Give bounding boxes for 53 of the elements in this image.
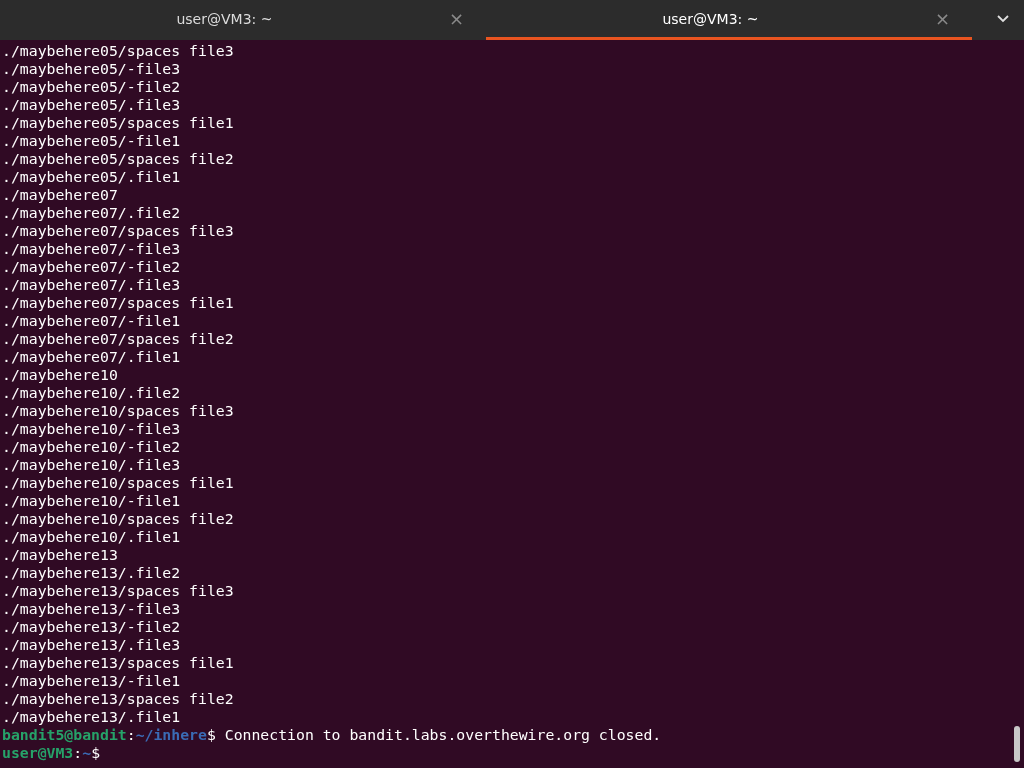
output-line: ./maybehere10/spaces file1	[2, 474, 235, 492]
output-line: ./maybehere10/.file1	[2, 528, 182, 546]
output-line: ./maybehere07/-file1	[2, 312, 182, 330]
close-icon[interactable]: ×	[448, 8, 464, 29]
output-line: ./maybehere07/.file2	[2, 204, 182, 222]
output-line: ./maybehere13/spaces file1	[2, 654, 235, 672]
output-line: ./maybehere10	[2, 366, 119, 384]
prompt-separator: :	[126, 726, 136, 744]
output-line: ./maybehere13/.file1	[2, 708, 182, 726]
close-icon[interactable]: ×	[934, 8, 950, 29]
output-line: ./maybehere10/-file2	[2, 438, 182, 456]
output-line: ./maybehere05/-file3	[2, 60, 182, 78]
output-line: ./maybehere13/spaces file2	[2, 690, 235, 708]
output-line: ./maybehere07/-file2	[2, 258, 182, 276]
output-line: ./maybehere10/.file3	[2, 456, 182, 474]
output-line: ./maybehere10/spaces file2	[2, 510, 235, 528]
output-line: ./maybehere05/.file3	[2, 96, 182, 114]
terminal-tab[interactable]: user@VM3: ~ ×	[486, 0, 972, 40]
output-line: ./maybehere05/-file2	[2, 78, 182, 96]
output-line: ./maybehere07/spaces file3	[2, 222, 235, 240]
output-line: ./maybehere07/spaces file2	[2, 330, 235, 348]
output-line: ./maybehere13/-file2	[2, 618, 182, 636]
output-line: ./maybehere10/.file2	[2, 384, 182, 402]
prompt-user: user@VM3	[2, 744, 74, 762]
prompt-user: bandit5@bandit	[2, 726, 127, 744]
output-line: ./maybehere05/-file1	[2, 132, 182, 150]
prompt-symbol: $	[91, 744, 101, 762]
output-line: ./maybehere13/.file3	[2, 636, 182, 654]
output-line: ./maybehere05/.file1	[2, 168, 182, 186]
prompt-symbol: $	[206, 726, 216, 744]
output-line: ./maybehere13	[2, 546, 119, 564]
command-output: Connection to bandit.labs.overthewire.org closed.	[224, 726, 662, 744]
terminal-tab[interactable]: user@VM3: ~ ×	[0, 0, 486, 40]
prompt-path: ~	[82, 744, 92, 762]
output-line: ./maybehere13/spaces file3	[2, 582, 235, 600]
output-line: ./maybehere07/.file3	[2, 276, 182, 294]
output-line: ./maybehere13/-file1	[2, 672, 182, 690]
scrollbar[interactable]	[1014, 726, 1020, 762]
output-line: ./maybehere10/-file3	[2, 420, 182, 438]
output-line: ./maybehere05/spaces file1	[2, 114, 235, 132]
prompt-separator: :	[73, 744, 83, 762]
chevron-down-icon[interactable]	[996, 14, 1010, 24]
output-line: ./maybehere10/-file1	[2, 492, 182, 510]
output-line: ./maybehere13/-file3	[2, 600, 182, 618]
output-line: ./maybehere07/.file1	[2, 348, 182, 366]
output-line: ./maybehere07	[2, 186, 119, 204]
output-line: ./maybehere07/spaces file1	[2, 294, 235, 312]
output-line: ./maybehere05/spaces file2	[2, 150, 235, 168]
output-line: ./maybehere10/spaces file3	[2, 402, 235, 420]
prompt-path: ~/inhere	[135, 726, 207, 744]
output-line: ./maybehere13/.file2	[2, 564, 182, 582]
output-line: ./maybehere05/spaces file3	[2, 42, 235, 60]
output-line: ./maybehere07/-file3	[2, 240, 182, 258]
